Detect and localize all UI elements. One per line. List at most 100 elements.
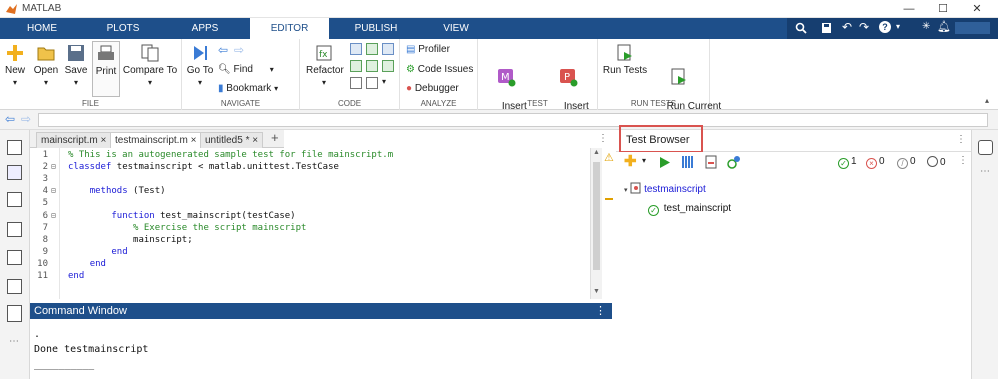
more-icon[interactable]: ⋯ bbox=[980, 166, 990, 177]
project-icon[interactable] bbox=[7, 279, 22, 294]
tab-view[interactable]: VIEW bbox=[436, 18, 476, 39]
coverage-icon[interactable] bbox=[727, 155, 741, 169]
collapse-ribbon-icon[interactable]: ▴ bbox=[985, 96, 989, 105]
fold-icon[interactable]: ⊟ bbox=[51, 162, 56, 171]
print-button[interactable]: Print bbox=[92, 41, 120, 97]
tab-apps[interactable]: APPS bbox=[181, 18, 229, 39]
search-icon[interactable] bbox=[795, 22, 807, 34]
code-token: classdef bbox=[68, 162, 112, 173]
forward-icon[interactable]: ⇨ bbox=[21, 112, 31, 126]
minimize-button[interactable]: — bbox=[896, 1, 922, 17]
community-icon[interactable]: ✳ bbox=[922, 21, 930, 32]
add-tests-icon[interactable]: ✚ bbox=[624, 152, 637, 170]
close-icon[interactable]: × bbox=[100, 135, 106, 146]
wrap-icon[interactable] bbox=[366, 43, 378, 55]
run-icon[interactable] bbox=[659, 156, 671, 169]
help-icon[interactable]: ? bbox=[879, 21, 891, 33]
forward-arrow-icon[interactable]: ⇨ bbox=[234, 43, 244, 57]
plus-icon bbox=[7, 45, 23, 61]
comment-icon[interactable] bbox=[350, 43, 362, 55]
timer-icon[interactable] bbox=[7, 222, 22, 237]
undo-icon[interactable]: ↶ bbox=[842, 20, 852, 34]
not-run-count[interactable]: 0 bbox=[927, 156, 946, 168]
report-icon[interactable] bbox=[705, 155, 717, 169]
scroll-down-icon[interactable]: ▼ bbox=[593, 288, 600, 295]
indent-icon[interactable] bbox=[382, 43, 394, 55]
save-button[interactable]: Save ▾ bbox=[62, 43, 90, 89]
passed-count[interactable]: ✓ 1 bbox=[838, 156, 857, 169]
editor-menu-icon[interactable]: ⋮ bbox=[598, 133, 608, 144]
debugger-button[interactable]: ● Debugger bbox=[406, 83, 459, 94]
test-file-node[interactable]: ▾ testmainscript bbox=[624, 182, 706, 195]
back-arrow-icon[interactable]: ⇦ bbox=[218, 43, 228, 57]
code-line[interactable]: methods (Test) bbox=[68, 186, 166, 196]
refactor-button[interactable]: fx Refactor ▾ bbox=[306, 43, 344, 89]
redo-icon[interactable]: ↷ bbox=[859, 20, 869, 34]
compare-button[interactable]: Compare To ▾ bbox=[122, 43, 178, 89]
warning-icon[interactable]: ⚠ bbox=[604, 151, 614, 164]
profiler-button[interactable]: ▤ Profiler bbox=[406, 44, 450, 55]
code-issues-button[interactable]: ⚙ Code Issues bbox=[406, 64, 473, 75]
close-icon[interactable]: × bbox=[252, 135, 258, 146]
run-tests-button[interactable]: Run Tests bbox=[602, 43, 648, 77]
current-folder-field[interactable] bbox=[38, 113, 988, 127]
workspace-icon[interactable] bbox=[7, 165, 22, 180]
fold-icon[interactable]: ⊟ bbox=[51, 211, 56, 220]
history-icon[interactable] bbox=[7, 192, 22, 207]
new-tab-icon[interactable]: + bbox=[271, 130, 279, 145]
test-browser-menu-icon[interactable]: ⋮ bbox=[956, 134, 966, 145]
code-line[interactable]: % This is an autogenerated sample test f… bbox=[68, 150, 393, 160]
tab-plots[interactable]: PLOTS bbox=[98, 18, 148, 39]
new-button[interactable]: New ▾ bbox=[2, 43, 28, 89]
uncomment-icon[interactable] bbox=[350, 60, 362, 72]
open-button[interactable]: Open ▾ bbox=[32, 43, 60, 89]
incomplete-count[interactable]: /0 bbox=[897, 156, 916, 169]
command-window[interactable]: . Done testmainscript __________ bbox=[30, 319, 612, 379]
find-button[interactable]: 🔍︎ Find ▾ bbox=[218, 64, 274, 75]
back-icon[interactable]: ⇦ bbox=[5, 112, 15, 126]
chevron-down-icon[interactable]: ▾ bbox=[642, 156, 646, 165]
code-area[interactable]: % This is an autogenerated sample test f… bbox=[60, 148, 590, 299]
code-line[interactable]: end bbox=[68, 259, 106, 269]
addons-icon[interactable] bbox=[7, 250, 22, 265]
tab-testmainscript[interactable]: testmainscript.m × bbox=[110, 132, 202, 148]
files-icon[interactable] bbox=[7, 140, 22, 155]
smart-indent-icon[interactable] bbox=[366, 60, 378, 72]
save-icon[interactable] bbox=[821, 22, 832, 34]
close-button[interactable]: ✕ bbox=[964, 1, 990, 17]
bookmark-button[interactable]: ▮ Bookmark ▾ bbox=[218, 83, 278, 94]
close-icon[interactable]: × bbox=[191, 135, 197, 146]
maximize-button[interactable]: ☐ bbox=[930, 1, 956, 17]
function-icon[interactable] bbox=[350, 77, 362, 89]
section-icon[interactable] bbox=[366, 77, 378, 89]
code-line[interactable]: % Exercise the script mainscript bbox=[68, 223, 306, 233]
expand-icon[interactable]: ▾ bbox=[624, 187, 628, 194]
editor-scrollbar[interactable]: ▲ ▼ bbox=[590, 148, 602, 299]
failed-count[interactable]: × 0 bbox=[866, 156, 885, 169]
code-line[interactable]: classdef testmainscript < matlab.unittes… bbox=[68, 162, 339, 172]
more-icon[interactable]: ⋯ bbox=[9, 336, 19, 347]
tab-publish[interactable]: PUBLISH bbox=[347, 18, 405, 39]
test-toolbar-menu-icon[interactable]: ⋮ bbox=[958, 155, 968, 166]
code-line[interactable]: end bbox=[68, 271, 84, 281]
bell-icon[interactable]: 🔔︎ bbox=[937, 20, 951, 33]
tab-home[interactable]: HOME bbox=[18, 18, 66, 39]
command-window-menu-icon[interactable]: ⋮ bbox=[595, 303, 606, 319]
tab-editor[interactable]: EDITOR bbox=[250, 18, 329, 39]
fold-icon[interactable]: ⊟ bbox=[51, 186, 56, 195]
outdent-icon[interactable] bbox=[382, 60, 394, 72]
chevron-down-icon[interactable]: ▾ bbox=[896, 22, 900, 31]
code-line[interactable]: end bbox=[68, 247, 127, 257]
test-case-node[interactable]: ✓ test_mainscript bbox=[648, 203, 731, 216]
chevron-down-icon[interactable]: ▾ bbox=[382, 77, 386, 86]
account-field[interactable] bbox=[955, 22, 990, 34]
code-line[interactable]: mainscript; bbox=[68, 235, 193, 245]
tab-mainscript[interactable]: mainscript.m × bbox=[36, 132, 112, 148]
code-line[interactable]: function test_mainscript(testCase) bbox=[68, 211, 295, 221]
properties-icon[interactable] bbox=[978, 140, 993, 155]
test-browser-icon[interactable] bbox=[7, 305, 22, 322]
scroll-up-icon[interactable]: ▲ bbox=[593, 149, 600, 156]
tab-untitled5[interactable]: untitled5 * × bbox=[200, 132, 264, 148]
run-all-icon[interactable] bbox=[682, 156, 695, 168]
goto-button[interactable]: Go To ▾ bbox=[186, 43, 214, 89]
